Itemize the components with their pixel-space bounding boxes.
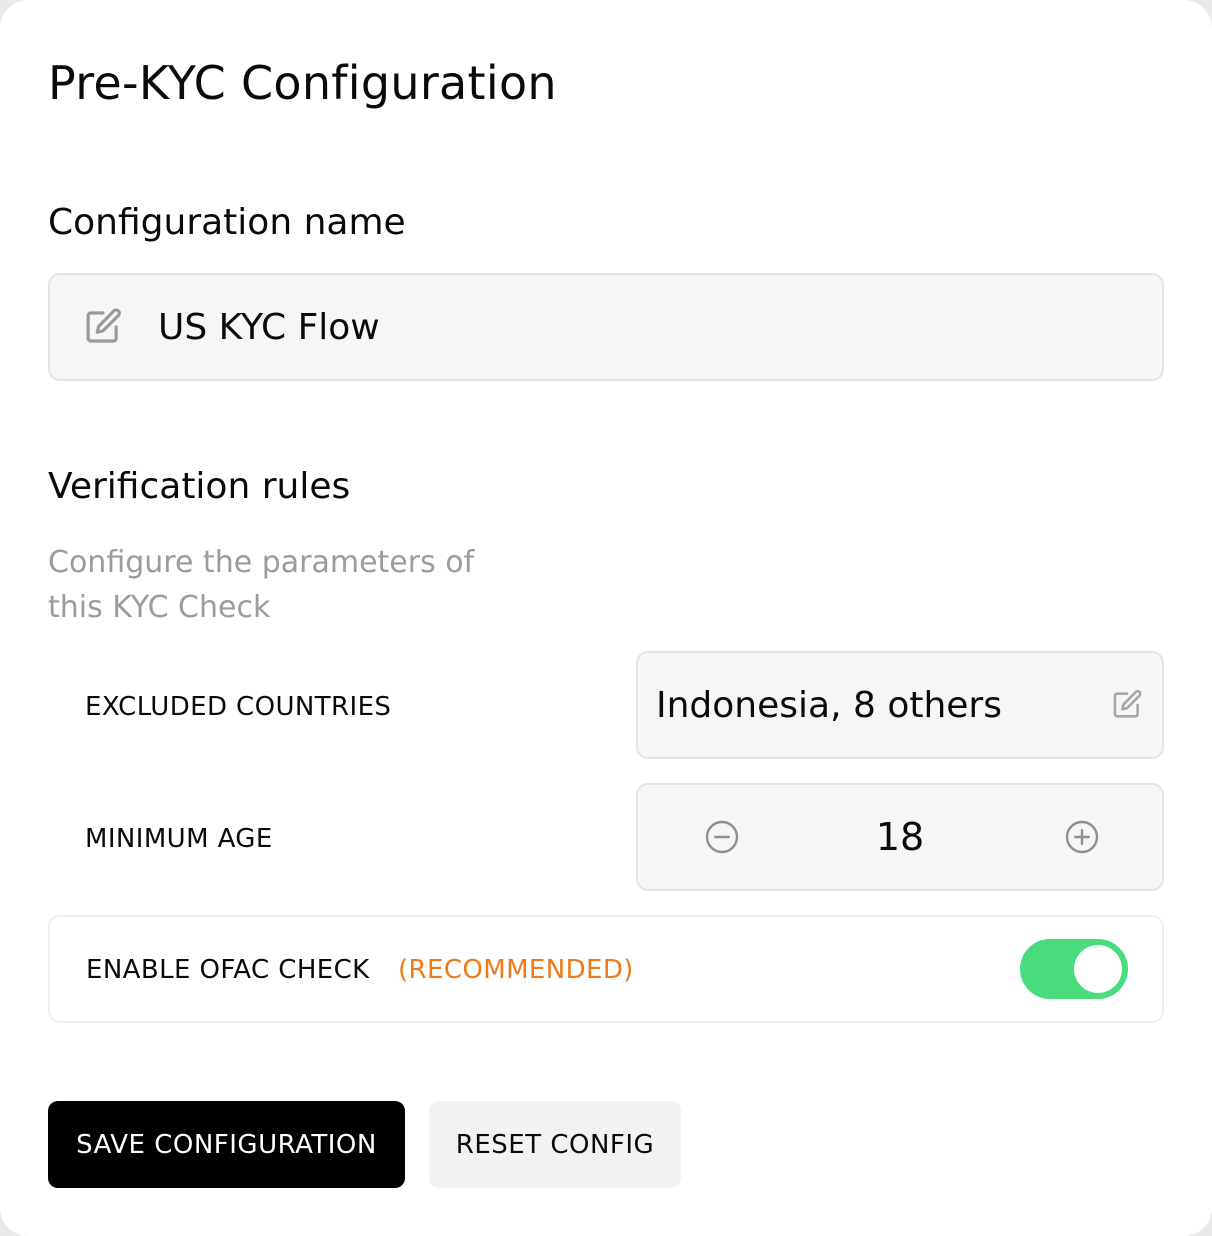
configuration-name-field[interactable] xyxy=(48,273,1164,381)
recommended-badge: (RECOMMENDED) xyxy=(398,955,634,985)
excluded-countries-label: EXCLUDED COUNTRIES xyxy=(85,692,392,722)
page-title: Pre-KYC Configuration xyxy=(48,56,557,110)
config-card: Pre-KYC Configuration Configuration name… xyxy=(0,0,1212,1236)
verification-rules-description: Configure the parameters of this KYC Che… xyxy=(48,545,475,625)
edit-icon xyxy=(82,306,124,348)
save-configuration-button[interactable]: SAVE CONFIGURATION xyxy=(48,1101,405,1188)
excluded-countries-field[interactable]: Indonesia, 8 others xyxy=(636,651,1164,759)
verification-rules-heading: Verification rules xyxy=(48,466,351,507)
toggle-knob xyxy=(1074,945,1122,993)
ofac-check-label: ENABLE OFAC CHECK xyxy=(86,955,370,985)
reset-config-button[interactable]: RESET CONFIG xyxy=(429,1101,681,1188)
configuration-name-input[interactable] xyxy=(158,306,1058,348)
ofac-check-toggle[interactable] xyxy=(1020,939,1128,999)
edit-icon[interactable] xyxy=(1110,688,1144,722)
minimum-age-label: MINIMUM AGE xyxy=(85,824,273,854)
configuration-name-heading: Configuration name xyxy=(48,202,406,243)
ofac-check-row: ENABLE OFAC CHECK (RECOMMENDED) xyxy=(48,915,1164,1023)
excluded-countries-value: Indonesia, 8 others xyxy=(656,684,1002,726)
plus-circle-icon[interactable] xyxy=(1064,819,1100,855)
minimum-age-stepper: 18 xyxy=(636,783,1164,891)
